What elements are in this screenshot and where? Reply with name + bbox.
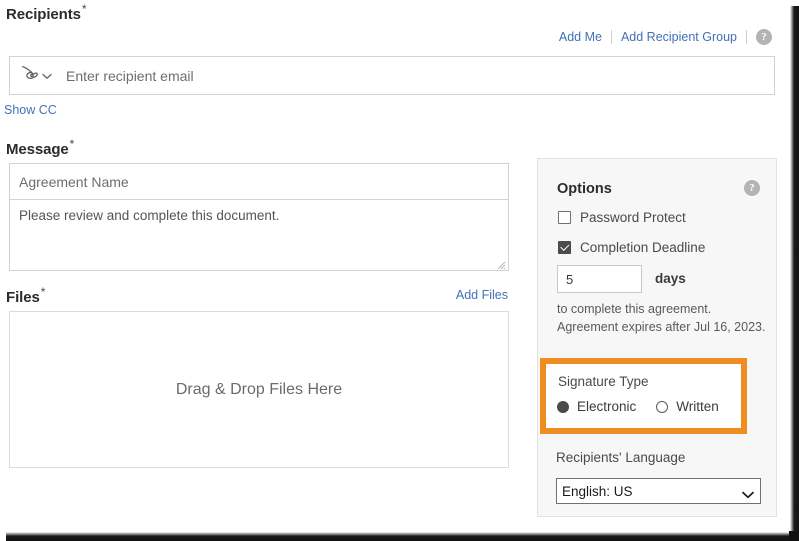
password-protect-checkbox[interactable] [558,211,571,224]
add-files-link[interactable]: Add Files [456,288,508,302]
completion-deadline-label: Completion Deadline [580,240,705,255]
add-recipient-group-link[interactable]: Add Recipient Group [621,31,737,44]
required-marker: * [82,2,87,16]
add-me-link[interactable]: Add Me [559,31,602,44]
password-protect-label: Password Protect [580,210,686,225]
signature-type-radio-group: Electronic Written [557,399,719,414]
files-heading-text: Files [6,289,40,306]
window-shadow-corner [789,531,799,541]
deadline-note-line1: to complete this agreement. [557,302,711,316]
password-protect-checkbox-row[interactable]: Password Protect [558,210,686,225]
chevron-down-icon [42,67,52,85]
radio-written[interactable] [656,401,668,413]
send-agreement-screen: Recipients* Add Me Add Recipient Group ? [0,0,799,541]
recipients-heading: Recipients* [6,2,86,23]
deadline-days-unit-label: days [655,271,686,286]
message-heading-text: Message [6,141,69,158]
signature-type-option-written[interactable]: Written [656,399,719,414]
message-heading: Message* [6,137,74,158]
window-shadow-right [790,6,799,541]
required-marker: * [70,137,75,151]
signature-type-option-electronic[interactable]: Electronic [557,399,636,414]
completion-deadline-checkbox[interactable] [558,241,571,254]
recipients-language-label: Recipients' Language [556,450,685,465]
window-shadow-bottom [6,532,799,541]
recipient-role-picker[interactable] [10,57,62,94]
options-title: Options [557,181,612,197]
signature-type-label: Signature Type [558,374,649,389]
required-marker: * [41,285,46,299]
radio-electronic[interactable] [557,401,569,413]
recipient-email-input[interactable] [62,57,774,94]
radio-electronic-label: Electronic [577,399,636,414]
files-heading: Files* [6,285,45,306]
recipients-help-icon[interactable]: ? [756,29,772,45]
recipient-links-group: Add Me Add Recipient Group ? [559,29,772,45]
recipient-input-row [9,56,775,95]
completion-deadline-checkbox-row[interactable]: Completion Deadline [558,240,705,255]
file-dropzone[interactable]: Drag & Drop Files Here [9,311,509,468]
options-help-icon[interactable]: ? [744,180,760,196]
deadline-days-input[interactable] [557,265,642,293]
file-dropzone-label: Drag & Drop Files Here [176,381,342,399]
recipients-language-select[interactable]: English: US [556,478,761,504]
radio-written-label: Written [676,399,719,414]
recipients-heading-text: Recipients [6,6,81,23]
deadline-note-line2: Agreement expires after Jul 16, 2023. [557,320,765,334]
pen-nib-icon [20,64,39,88]
message-body-textarea[interactable] [9,199,509,271]
link-divider [611,30,612,44]
agreement-name-input[interactable] [9,163,509,199]
show-cc-link[interactable]: Show CC [4,103,57,117]
signature-type-highlight-box: Signature Type Electronic Written [540,358,747,434]
link-divider [746,30,747,44]
